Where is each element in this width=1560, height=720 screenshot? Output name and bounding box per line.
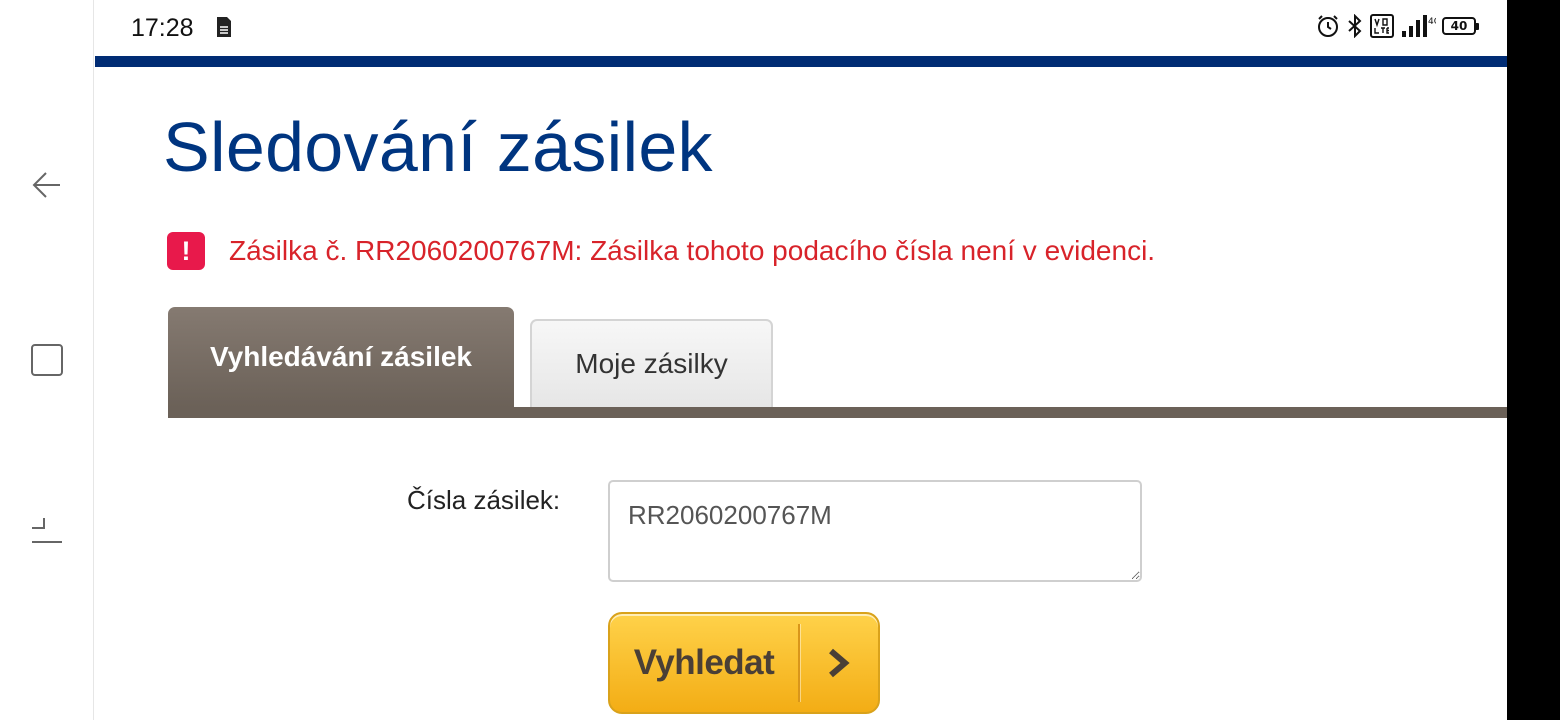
status-time: 17:28 bbox=[131, 14, 194, 42]
back-arrow-icon bbox=[32, 172, 60, 198]
error-message: ! Zásilka č. RR2060200767M: Zásilka toho… bbox=[167, 232, 1155, 270]
volte-icon bbox=[1370, 14, 1394, 38]
tabs: Vyhledávání zásilek Moje zásilky bbox=[168, 307, 1507, 418]
sim-card-icon bbox=[215, 15, 233, 44]
chevron-right-icon bbox=[800, 646, 878, 680]
recents-icon bbox=[32, 518, 62, 543]
page-title: Sledování zásilek bbox=[163, 108, 713, 186]
svg-text:4G: 4G bbox=[1428, 17, 1436, 27]
status-icons: 4G 40 bbox=[1316, 14, 1479, 38]
recents-button[interactable] bbox=[22, 508, 72, 558]
shipment-numbers-input[interactable]: RR2060200767M bbox=[608, 480, 1142, 582]
alarm-icon bbox=[1316, 14, 1340, 38]
shipment-numbers-label: Čísla zásilek: bbox=[407, 485, 561, 515]
search-button[interactable]: Vyhledat bbox=[608, 612, 880, 714]
home-button[interactable] bbox=[22, 335, 72, 385]
navigation-bar bbox=[0, 0, 94, 720]
home-square-icon bbox=[31, 344, 63, 376]
tab-underline bbox=[168, 407, 1507, 418]
tab-my-shipments[interactable]: Moje zásilky bbox=[530, 319, 773, 407]
tab-search-shipments[interactable]: Vyhledávání zásilek bbox=[168, 307, 514, 407]
battery-icon: 40 bbox=[1442, 17, 1479, 35]
error-text: Zásilka č. RR2060200767M: Zásilka tohoto… bbox=[229, 235, 1156, 266]
error-icon: ! bbox=[167, 232, 205, 270]
status-bar: 17:28 4 40 bbox=[95, 0, 1507, 58]
screen-edge bbox=[1507, 0, 1560, 720]
battery-level: 40 bbox=[1442, 17, 1476, 35]
back-button[interactable] bbox=[22, 160, 72, 210]
signal-icon: 4G bbox=[1400, 14, 1436, 38]
header-bar bbox=[95, 56, 1507, 67]
bluetooth-icon bbox=[1346, 14, 1364, 38]
page-content: Sledování zásilek ! Zásilka č. RR2060200… bbox=[95, 67, 1507, 720]
search-button-label: Vyhledat bbox=[633, 643, 775, 682]
